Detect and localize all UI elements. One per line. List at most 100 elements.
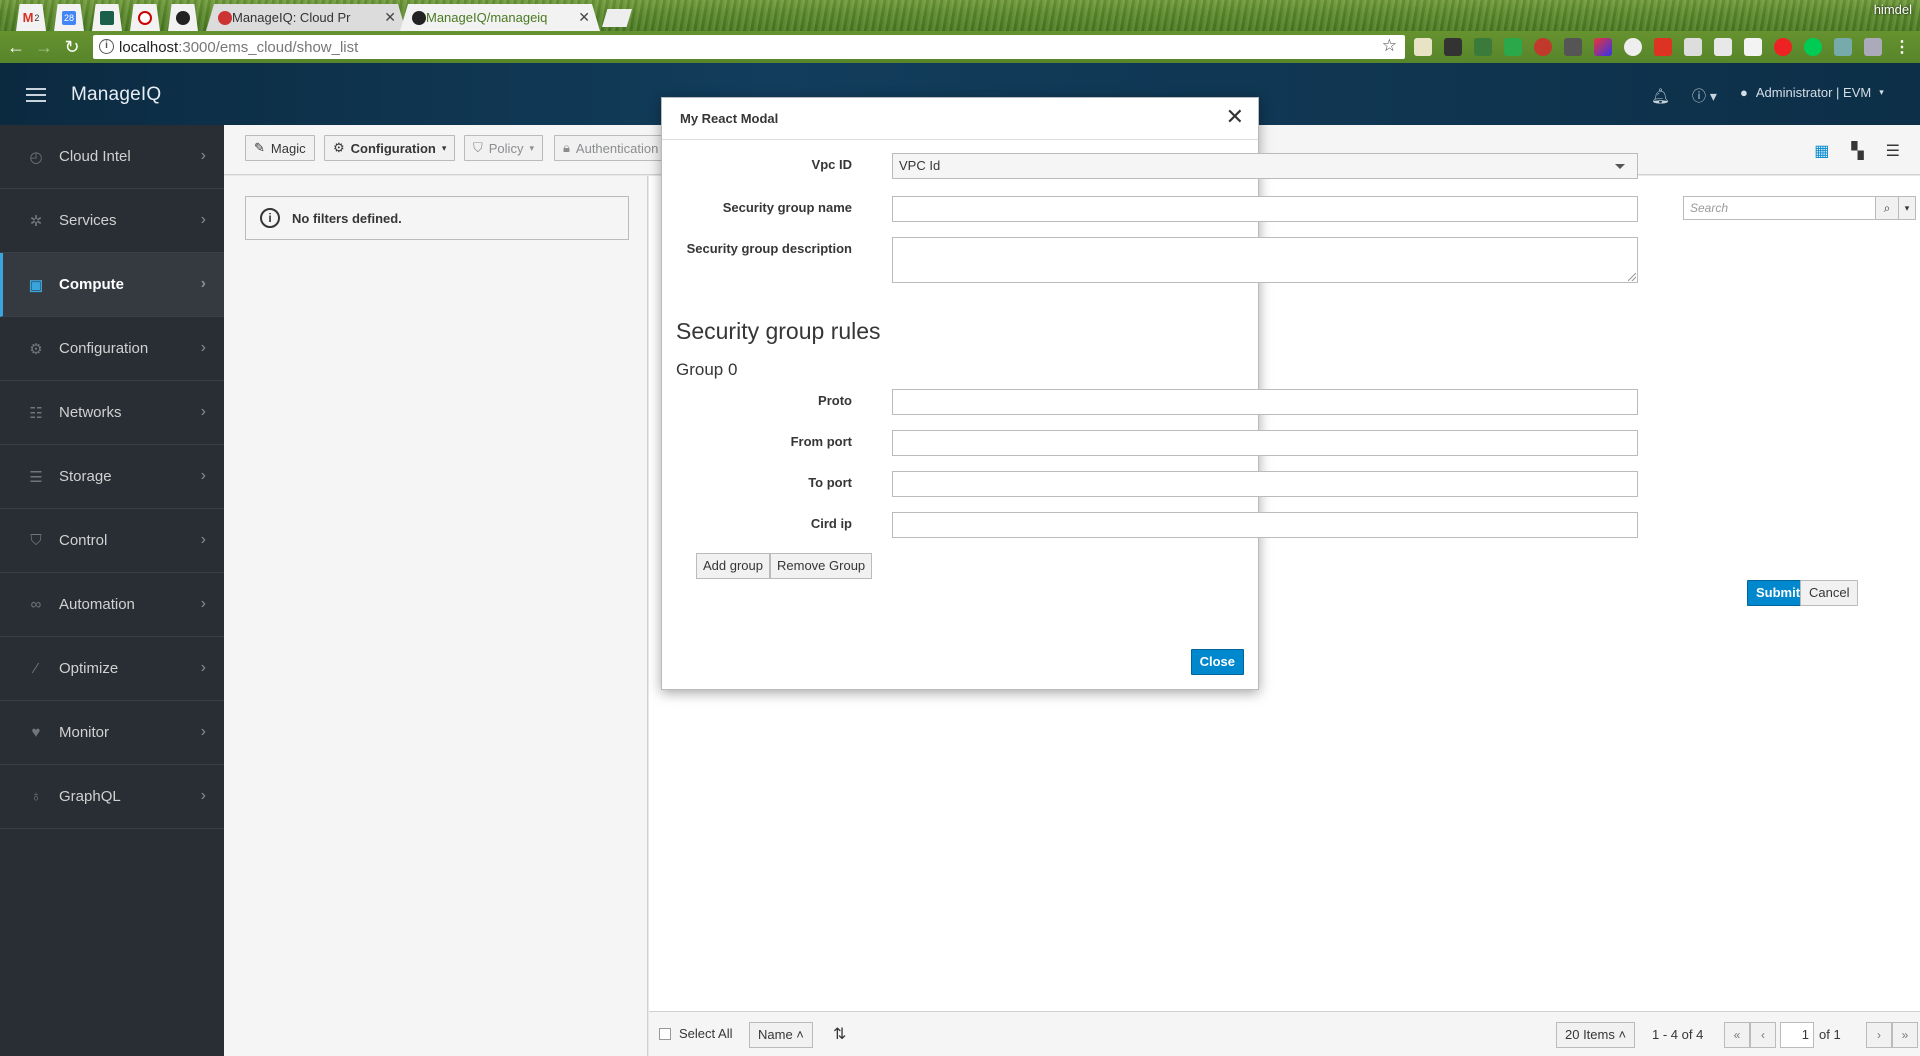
chevron-down-icon	[1615, 164, 1625, 169]
reload-icon[interactable]: ↻	[60, 35, 84, 59]
sidebar-item-label: Networks	[59, 404, 122, 421]
prev-page-icon[interactable]: ‹	[1750, 1022, 1776, 1048]
configuration-label: Configuration	[350, 140, 436, 156]
security-group-description-label: Security group description	[686, 241, 852, 256]
page-extension-icon[interactable]	[1864, 38, 1882, 56]
sidebar-item-compute[interactable]: ▣ Compute ›	[0, 253, 224, 317]
github-icon	[412, 11, 426, 25]
new-tab-button[interactable]	[602, 9, 632, 27]
rss-extension-icon[interactable]	[1414, 38, 1432, 56]
puzzle-extension-icon[interactable]	[1684, 38, 1702, 56]
redhat-pinned-tab[interactable]	[130, 4, 160, 31]
help-icon[interactable]: ⓘ ▾	[1692, 86, 1717, 106]
sort-order-icon[interactable]: ⇅	[833, 1024, 846, 1044]
add-group-button[interactable]: Add group	[696, 553, 770, 579]
sidebar-item-optimize[interactable]: ⁄ Optimize ›	[0, 637, 224, 701]
magic-button[interactable]: ✎ Magic	[245, 135, 315, 161]
hamburger-menu-icon[interactable]	[26, 88, 46, 102]
sidebar-item-services[interactable]: ✲ Services ›	[0, 189, 224, 253]
select-all-checkbox[interactable]	[659, 1028, 671, 1040]
search-input[interactable]: Search	[1683, 196, 1876, 220]
resize-handle-icon[interactable]	[1628, 273, 1636, 281]
site-info-icon[interactable]: i	[99, 39, 114, 54]
info-icon: i	[260, 208, 280, 228]
lightbulb-icon: ♁	[30, 787, 42, 805]
grid-view-icon[interactable]: ▦	[1814, 141, 1829, 161]
address-bar[interactable]: i localhost:3000/ems_cloud/show_list ☆	[93, 35, 1405, 59]
remove-group-button[interactable]: Remove Group	[770, 553, 873, 579]
to-port-input[interactable]	[892, 471, 1638, 497]
bookmark-star-icon[interactable]: ☆	[1382, 36, 1397, 56]
sort-dropdown[interactable]: Name ˄	[749, 1022, 813, 1048]
notifications-bell-icon[interactable]: 🔔︎	[1651, 87, 1670, 105]
security-group-name-input[interactable]	[892, 196, 1638, 222]
tab-github-manageiq[interactable]: ManageIQ/manageiq ✕	[400, 4, 600, 31]
chevron-right-icon: ›	[200, 211, 206, 228]
sidebar-item-storage[interactable]: ☰ Storage ›	[0, 445, 224, 509]
tab-manageiq-cloud[interactable]: ManageIQ: Cloud Pr ✕	[206, 4, 406, 31]
vpc-id-select[interactable]: VPC Id	[892, 153, 1638, 179]
first-page-icon[interactable]: «	[1724, 1022, 1750, 1048]
proto-label: Proto	[818, 393, 852, 408]
close-tab-icon[interactable]: ✕	[384, 9, 396, 26]
proto-input[interactable]	[892, 389, 1638, 415]
forward-icon[interactable]: →	[32, 35, 56, 59]
select-all-label: Select All	[679, 1026, 733, 1041]
policy-dropdown[interactable]: ⛉ Policy ▾	[464, 135, 543, 161]
sidebar-item-label: Compute	[59, 276, 124, 293]
target-extension-icon[interactable]	[1774, 38, 1792, 56]
close-icon[interactable]: ✕	[1226, 106, 1244, 128]
from-port-input[interactable]	[892, 430, 1638, 456]
sidebar-item-cloud-intel[interactable]: ◴ Cloud Intel ›	[0, 125, 224, 189]
video-extension-icon[interactable]	[1654, 38, 1672, 56]
close-tab-icon[interactable]: ✕	[578, 9, 590, 26]
sidebar-item-label: Storage	[59, 468, 112, 485]
gmail-pinned-tab[interactable]: M 2	[16, 4, 46, 31]
ublock-extension-icon[interactable]	[1534, 38, 1552, 56]
calendar-icon: 28	[62, 10, 76, 25]
tile-view-icon[interactable]: ▚	[1851, 141, 1863, 161]
github-pinned-tab[interactable]	[168, 4, 198, 31]
vpc-id-label: Vpc ID	[811, 157, 852, 172]
sidebar-item-networks[interactable]: ☷ Networks ›	[0, 381, 224, 445]
chevron-right-icon: ›	[200, 339, 206, 356]
sidebar-item-graphql[interactable]: ♁ GraphQL ›	[0, 765, 224, 829]
brand-logo[interactable]: ManageIQ	[71, 84, 161, 106]
user-menu[interactable]: ● Administrator | EVM ▾	[1740, 85, 1884, 100]
close-button[interactable]: Close	[1190, 649, 1244, 675]
sidebar-item-label: Optimize	[59, 660, 119, 677]
circle-extension-icon[interactable]	[1624, 38, 1642, 56]
back-icon[interactable]: ←	[4, 35, 28, 59]
last-page-icon[interactable]: »	[1892, 1022, 1918, 1048]
cidr-ip-input[interactable]	[892, 512, 1638, 538]
search-options-icon[interactable]: ▾	[1898, 196, 1916, 220]
list-view-icon[interactable]: ☰	[1886, 141, 1900, 161]
app-pinned-tab[interactable]	[92, 4, 122, 31]
search-icon[interactable]: ⌕	[1875, 196, 1899, 220]
next-page-icon[interactable]: ›	[1866, 1022, 1892, 1048]
security-group-description-textarea[interactable]	[892, 237, 1638, 283]
browser-menu-icon[interactable]: ⋮	[1894, 37, 1910, 57]
configuration-dropdown[interactable]: ⚙ Configuration ▾	[324, 135, 456, 161]
sidebar-item-configuration[interactable]: ⚙ Configuration ›	[0, 317, 224, 381]
screenshot-extension-icon[interactable]	[1474, 38, 1492, 56]
chevron-right-icon: ›	[200, 723, 206, 740]
page-number-input[interactable]: 1	[1780, 1022, 1814, 1048]
per-page-dropdown[interactable]: 20 Items ˄	[1556, 1022, 1636, 1048]
cancel-button[interactable]: Cancel	[1800, 580, 1859, 606]
profile-name[interactable]: himdel	[1874, 2, 1912, 17]
tool-extension-icon[interactable]	[1564, 38, 1582, 56]
pencil-extension-icon[interactable]	[1834, 38, 1852, 56]
sidebar-item-automation[interactable]: ∞ Automation ›	[0, 573, 224, 637]
note-extension-icon[interactable]	[1714, 38, 1732, 56]
sidebar-item-label: Automation	[59, 596, 135, 613]
sidebar-item-monitor[interactable]: ♥ Monitor ›	[0, 701, 224, 765]
color-extension-icon[interactable]	[1594, 38, 1612, 56]
authentication-dropdown[interactable]: 🔒︎ Authentication	[554, 135, 664, 161]
sidebar-item-control[interactable]: ⛉ Control ›	[0, 509, 224, 573]
green-extension-icon[interactable]	[1504, 38, 1522, 56]
radio-extension-icon[interactable]	[1804, 38, 1822, 56]
doc-extension-icon[interactable]	[1744, 38, 1762, 56]
calendar-pinned-tab[interactable]: 28	[54, 4, 84, 31]
glasses-extension-icon[interactable]	[1444, 38, 1462, 56]
